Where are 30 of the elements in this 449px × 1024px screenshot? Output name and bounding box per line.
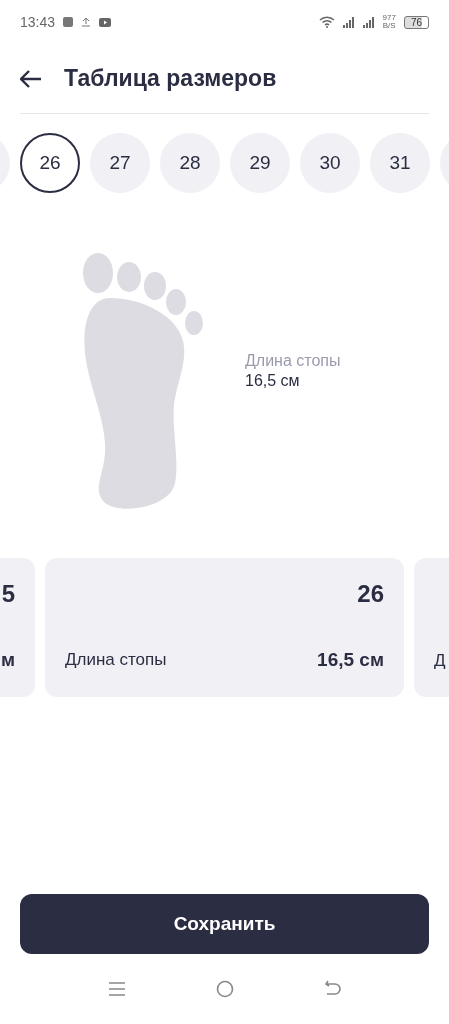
back-arrow-icon[interactable] — [20, 69, 42, 88]
size-chip[interactable]: 28 — [160, 133, 220, 193]
signal-icon — [342, 16, 355, 28]
speed-unit: B/S — [382, 22, 396, 30]
menu-icon[interactable] — [107, 981, 126, 997]
upload-icon — [81, 17, 92, 27]
foot-length-value: 16,5 см — [245, 372, 301, 390]
card-label: Длина стопы — [65, 650, 167, 670]
video-icon — [99, 17, 112, 27]
back-icon[interactable] — [323, 980, 342, 998]
size-chip[interactable]: 31 — [370, 133, 430, 193]
size-chip[interactable]: 26 — [20, 133, 80, 193]
card-label: Д — [434, 651, 446, 671]
card-size: 26 — [357, 580, 384, 608]
save-button[interactable]: Сохранить — [20, 894, 429, 954]
signal-icon — [362, 16, 375, 28]
card-value: 16,5 см — [317, 649, 384, 671]
size-chip[interactable]: 27 — [90, 133, 150, 193]
size-chip[interactable]: 29 — [230, 133, 290, 193]
size-chip[interactable]: 30 — [300, 133, 360, 193]
page-title: Таблица размеров — [64, 65, 277, 92]
wifi-icon — [318, 16, 335, 28]
battery-level: 76 — [403, 15, 429, 29]
card-size: 5 — [1, 580, 15, 608]
foot-length-label: Длина стопы — [245, 352, 341, 370]
network-speed: 977 — [382, 14, 396, 22]
status-time: 13:43 — [20, 14, 56, 30]
app-notification-icon — [63, 17, 74, 27]
home-icon[interactable] — [215, 980, 234, 998]
card-value: м — [0, 649, 15, 671]
